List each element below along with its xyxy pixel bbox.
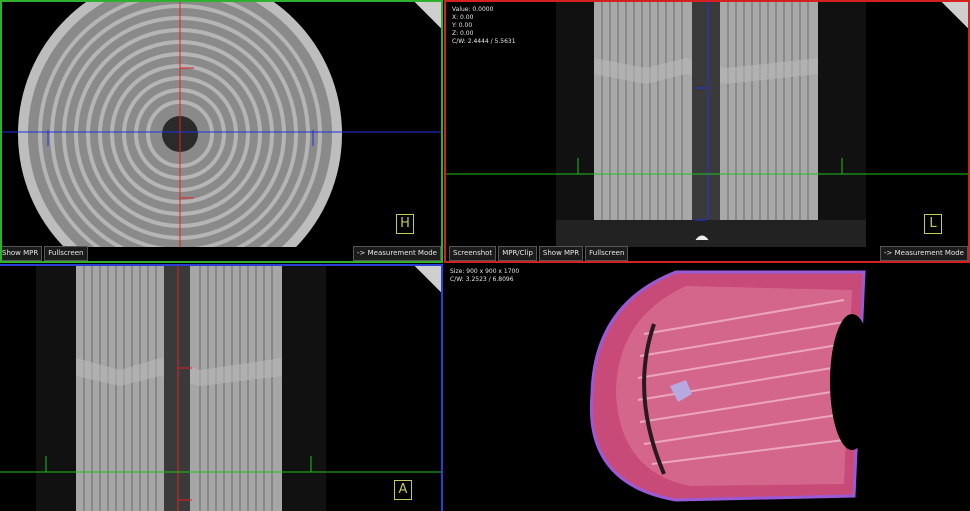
sagittal-info-overlay: Value: 0.0000 X: 0.00 Y: 0.00 Z: 0.00 C/… xyxy=(452,6,516,46)
axial-slice-image[interactable] xyxy=(2,2,443,247)
orientation-label: A xyxy=(394,480,412,500)
z-readout: Z: 0.00 xyxy=(452,30,474,37)
fullscreen-button[interactable]: Fullscreen xyxy=(585,245,629,261)
coronal-viewport[interactable]: A xyxy=(0,264,443,511)
volume-info-overlay: Size: 900 x 900 x 1700 C/W: 3.2523 / 6.8… xyxy=(450,268,519,284)
orientation-label: H xyxy=(396,214,414,234)
show-mpr-button[interactable]: Show MPR xyxy=(538,245,584,261)
coronal-slice-image[interactable] xyxy=(0,266,441,511)
sagittal-slice-image[interactable] xyxy=(446,2,968,247)
x-readout: X: 0.00 xyxy=(452,14,474,21)
size-readout: Size: 900 x 900 x 1700 xyxy=(450,268,520,275)
measurement-mode-button[interactable]: -> Measurement Mode xyxy=(880,245,968,261)
screenshot-button[interactable]: Screenshot xyxy=(449,245,497,261)
sagittal-viewport[interactable]: Value: 0.0000 X: 0.00 Y: 0.00 Z: 0.00 C/… xyxy=(444,0,970,263)
axial-toolbar: Show MPR Fullscreen -> Measurement Mode xyxy=(2,245,441,261)
corner-toggle-icon[interactable] xyxy=(415,2,441,28)
sagittal-toolbar: Screenshot MPR/Clip Show MPR Fullscreen … xyxy=(446,245,968,261)
volume-render-image[interactable] xyxy=(444,264,970,511)
show-mpr-button[interactable]: Show MPR xyxy=(2,245,43,261)
volume-render-viewport[interactable]: Size: 900 x 900 x 1700 C/W: 3.2523 / 6.8… xyxy=(444,264,970,511)
mpr-clip-button[interactable]: MPR/Clip xyxy=(498,245,537,261)
measurement-mode-button[interactable]: -> Measurement Mode xyxy=(353,245,441,261)
corner-toggle-icon[interactable] xyxy=(415,266,441,292)
cw-readout: C/W: 3.2523 / 6.8096 xyxy=(450,276,514,283)
y-readout: Y: 0.00 xyxy=(452,22,473,29)
fullscreen-button[interactable]: Fullscreen xyxy=(44,245,88,261)
orientation-label: L xyxy=(924,214,942,234)
axial-viewport[interactable]: H Show MPR Fullscreen -> Measurement Mod… xyxy=(0,0,443,263)
corner-toggle-icon[interactable] xyxy=(942,2,968,28)
cw-readout: C/W: 2.4444 / 5.5631 xyxy=(452,38,516,45)
value-readout: Value: 0.0000 xyxy=(452,6,494,13)
